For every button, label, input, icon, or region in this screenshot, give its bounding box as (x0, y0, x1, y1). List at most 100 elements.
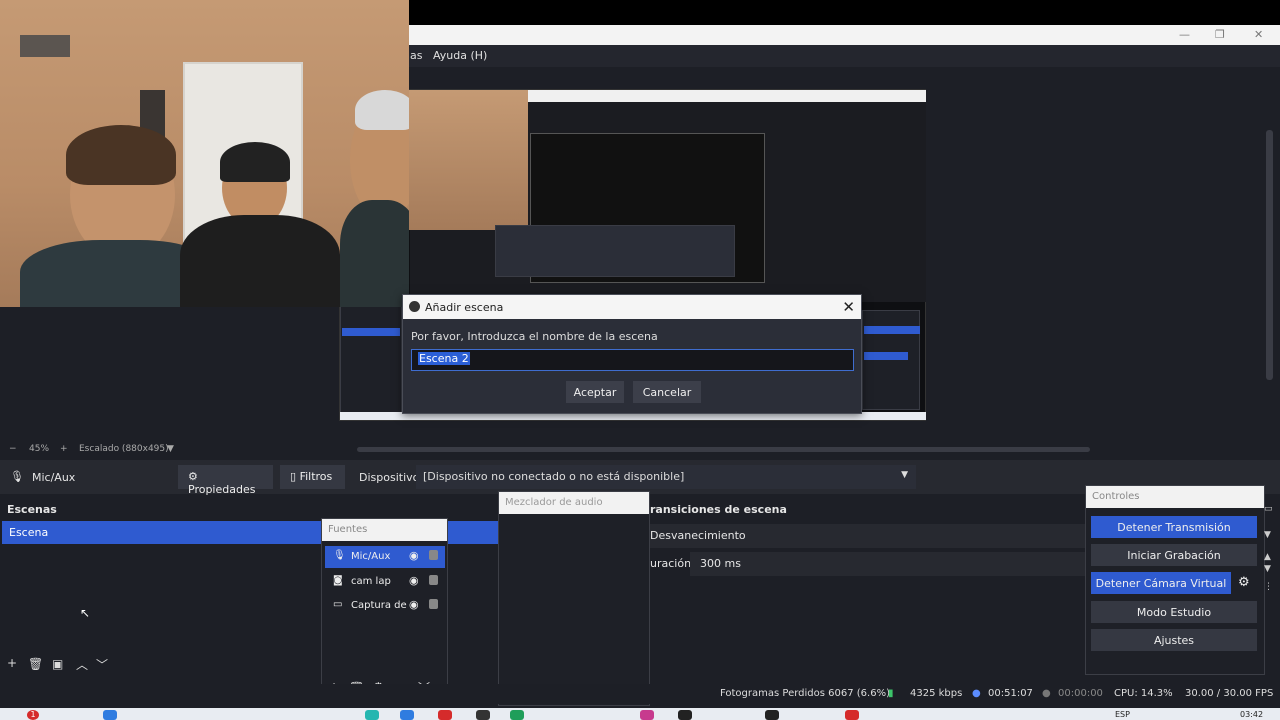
app-icon[interactable] (510, 710, 524, 720)
duration-label: uración (650, 557, 692, 570)
maximize-button[interactable]: ❐ (1215, 28, 1225, 41)
scaling-dropdown-icon[interactable]: ▼ (167, 444, 174, 454)
zoom-bar: − 45% + Escalado (880x495) ▼ (0, 440, 1280, 458)
start-recording-button[interactable]: Iniciar Grabación (1091, 544, 1257, 566)
person-shirt-3 (340, 200, 409, 307)
lock-icon[interactable] (429, 599, 438, 609)
dialog-titlebar: Añadir escena ✕ (403, 295, 861, 319)
app-icon[interactable] (640, 710, 654, 720)
clock[interactable]: 03:42 (1240, 710, 1263, 719)
cpu-usage: CPU: 14.3% (1114, 688, 1173, 699)
app-icon[interactable] (438, 710, 452, 720)
sources-dock: Fuentes 🎙 Mic/Aux ◉ ◙ cam lap ◉ ▭ Captur… (321, 518, 448, 700)
properties-label: Propiedades (188, 483, 256, 496)
dropped-frames: Fotogramas Perdidos 6067 (6.6%) (720, 688, 890, 699)
dialog-close-button[interactable]: ✕ (842, 298, 855, 316)
person-shirt-2 (180, 215, 340, 307)
fps: 30.00 / 30.00 FPS (1185, 688, 1274, 699)
nested-dialog (495, 225, 735, 277)
app-icon[interactable] (365, 710, 379, 720)
source-item[interactable]: 🎙 Mic/Aux ◉ (325, 546, 445, 568)
lock-icon[interactable] (429, 575, 438, 585)
microphone-icon: 🎙 (10, 470, 24, 483)
obs-logo-icon (409, 301, 420, 312)
sources-title: Fuentes (322, 519, 447, 541)
scaling-label[interactable]: Escalado (880x495) (79, 444, 169, 454)
device-label: Dispositivo (359, 471, 420, 484)
app-icon[interactable] (765, 710, 779, 720)
source-item[interactable]: ▭ Captura de ◉ (325, 595, 445, 617)
status-bar: Fotogramas Perdidos 6067 (6.6%) ▮ 4325 k… (0, 684, 1280, 704)
stream-time: 00:51:07 (988, 688, 1033, 699)
menu-item-partial[interactable]: as (410, 49, 422, 62)
duration-value: 300 ms (700, 557, 741, 570)
controls-title: Controles (1086, 486, 1264, 508)
duration-input[interactable]: 300 ms (690, 552, 1085, 576)
dock-side-controls[interactable]: ▭ ▼ ▲ ▼ ⋮ (1264, 500, 1278, 600)
record-time: 00:00:00 (1058, 688, 1103, 699)
webcam-feed (0, 0, 409, 307)
bitrate: 4325 kbps (910, 688, 963, 699)
nested-scene-item (342, 328, 400, 336)
eye-icon[interactable]: ◉ (409, 598, 419, 611)
scene-name-value: Escena 2 (418, 352, 470, 365)
filter-icon[interactable]: ▣ (52, 657, 63, 671)
eye-icon[interactable]: ◉ (409, 574, 419, 587)
preview-vscroll[interactable] (1266, 130, 1273, 380)
device-select[interactable]: [Dispositivo no conectado o no está disp… (416, 465, 916, 489)
stop-stream-button[interactable]: Detener Transmisión (1091, 516, 1257, 538)
dialog-prompt: Por favor, Introduzca el nombre de la es… (411, 330, 658, 343)
mouse-cursor-icon: ↖ (80, 606, 91, 620)
window-titlebar: — ❐ ✕ (409, 25, 1280, 45)
nested-ctrl-btn-2 (864, 352, 908, 360)
app-icon[interactable] (678, 710, 692, 720)
zoom-out-button[interactable]: − (9, 444, 17, 454)
minimize-button[interactable]: — (1179, 28, 1190, 41)
person-cap-2 (220, 142, 290, 182)
source-name: cam lap (351, 576, 391, 587)
settings-button[interactable]: Ajustes (1091, 629, 1257, 651)
source-item[interactable]: ◙ cam lap ◉ (325, 571, 445, 593)
app-icon[interactable] (476, 710, 490, 720)
nested-controls (862, 310, 920, 410)
selected-source-name: Mic/Aux (32, 471, 76, 484)
source-name: Captura de (351, 600, 407, 611)
stream-icon: ● (972, 688, 981, 699)
filter-icon: ▯ (290, 470, 300, 483)
move-down-icon[interactable]: ﹀ (96, 656, 108, 673)
dialog-title: Añadir escena (425, 301, 504, 314)
app-icon[interactable] (400, 710, 414, 720)
transition-select[interactable]: Desvanecimiento (650, 524, 1085, 548)
close-window-button[interactable]: ✕ (1254, 28, 1263, 41)
accept-button[interactable]: Aceptar (566, 381, 624, 403)
add-scene-icon[interactable]: + (7, 656, 17, 670)
zoom-in-button[interactable]: + (60, 444, 68, 454)
transitions-dock: ransiciones de escena Desvanecimiento ur… (650, 498, 1085, 678)
person-cap-3 (355, 90, 409, 130)
source-name: Mic/Aux (351, 551, 391, 562)
menu-item-help[interactable]: Ayuda (H) (433, 49, 487, 62)
studio-mode-button[interactable]: Modo Estudio (1091, 601, 1257, 623)
audio-mixer-dock: Mezclador de audio (498, 491, 650, 706)
start-icon[interactable] (103, 710, 117, 720)
cancel-button[interactable]: Cancelar (633, 381, 701, 403)
wall-vent (20, 35, 70, 57)
scene-name-input[interactable]: Escena 2 (411, 349, 854, 371)
move-up-icon[interactable]: ︿ (76, 656, 88, 673)
filters-button[interactable]: ▯ Filtros (280, 465, 345, 489)
properties-button[interactable]: ⚙ Propiedades (178, 465, 273, 496)
camera-icon: ◙ (333, 575, 343, 586)
notification-badge: 1 (27, 710, 39, 720)
trash-icon[interactable]: 🗑 (28, 657, 43, 671)
monitor-icon: ▭ (333, 599, 343, 610)
app-icon[interactable] (845, 710, 859, 720)
person-hair-1 (66, 125, 176, 185)
language-indicator[interactable]: ESP (1115, 710, 1130, 719)
add-scene-dialog: Añadir escena ✕ Por favor, Introduzca el… (402, 294, 862, 414)
gear-icon[interactable]: ⚙ (1238, 575, 1250, 590)
eye-icon[interactable]: ◉ (409, 549, 419, 562)
preview-hscroll[interactable] (357, 447, 1090, 452)
lock-icon[interactable] (429, 550, 438, 560)
stop-virtualcam-button[interactable]: Detener Cámara Virtual (1091, 572, 1231, 594)
zoom-level: 45% (29, 444, 50, 454)
